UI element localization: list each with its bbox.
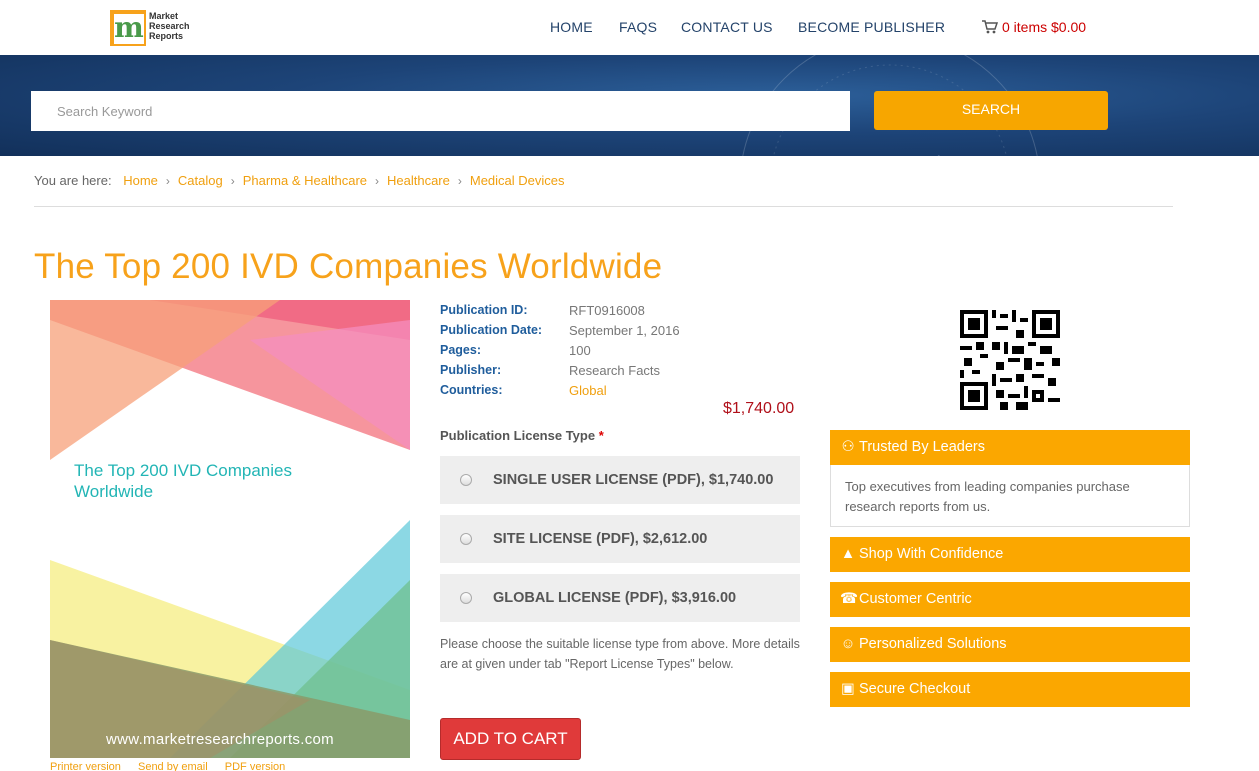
logo-text: Market Research Reports — [149, 11, 199, 41]
users-icon: ⚇ — [841, 439, 855, 455]
chevron-right-icon: › — [165, 174, 170, 188]
trusted-by-leaders-body: Top executives from leading companies pu… — [830, 465, 1190, 527]
side-item-label: Secure Checkout — [859, 681, 971, 697]
license-option-single-user[interactable]: SINGLE USER LICENSE (PDF), $1,740.00 — [440, 456, 800, 504]
shop-with-confidence-header[interactable]: ▲ Shop With Confidence — [830, 537, 1190, 572]
nav-home[interactable]: HOME — [550, 19, 593, 35]
chevron-right-icon: › — [230, 174, 235, 188]
page-title: The Top 200 IVD Companies Worldwide — [34, 247, 663, 286]
report-cover-image: The Top 200 IVD Companies Worldwide www.… — [50, 300, 410, 758]
secure-checkout-header[interactable]: ▣ Secure Checkout — [830, 672, 1190, 707]
header: m Market Research Reports HOME FAQS CONT… — [0, 0, 1259, 55]
send-by-email-link[interactable]: Send by email — [138, 761, 208, 771]
license-option-label: SINGLE USER LICENSE (PDF), $1,740.00 — [493, 472, 774, 488]
cover-url: www.marketresearchreports.com — [106, 731, 334, 748]
radio-button[interactable] — [460, 533, 472, 545]
price: $1,740.00 — [723, 400, 795, 417]
radio-button[interactable] — [460, 592, 472, 604]
pages-value: 100 — [569, 343, 591, 358]
chevron-right-icon: › — [375, 174, 379, 188]
logo-line-3: Reports — [149, 31, 184, 41]
breadcrumb-prefix: You are here: — [34, 173, 112, 188]
smile-icon: ☺ — [840, 636, 856, 652]
license-option-site[interactable]: SITE LICENSE (PDF), $2,612.00 — [440, 515, 800, 563]
license-note: Please choose the suitable license type … — [440, 637, 800, 671]
search-button[interactable]: SEARCH — [874, 91, 1108, 130]
radio-button[interactable] — [460, 474, 472, 486]
publication-id-value: RFT0916008 — [569, 303, 645, 318]
document-links: Printer version Send by email PDF versio… — [50, 761, 299, 771]
qr-code-icon — [960, 310, 1060, 410]
breadcrumb-pharma-healthcare[interactable]: Pharma & Healthcare — [243, 173, 367, 188]
detail-label: Publisher: — [440, 363, 502, 377]
side-item-label: Shop With Confidence — [859, 546, 1004, 562]
cart-label: 0 items $0.00 — [1002, 19, 1087, 35]
logo-letter: m — [114, 11, 144, 44]
publisher-value: Research Facts — [569, 363, 661, 378]
license-heading-text: Publication License Type — [440, 428, 596, 443]
nav-faqs[interactable]: FAQS — [619, 19, 657, 35]
countries-value[interactable]: Global — [569, 383, 607, 398]
add-to-cart-button[interactable]: ADD TO CART — [440, 718, 581, 760]
detail-label: Publication ID: — [440, 303, 528, 317]
logo-mark: m — [110, 10, 146, 46]
detail-label: Pages: — [440, 343, 481, 357]
trusted-by-leaders-header[interactable]: ⚇ Trusted By Leaders — [830, 430, 1190, 465]
phone-icon: ☎ — [840, 591, 859, 607]
search-input[interactable] — [31, 91, 850, 131]
thumbs-up-icon: ▲ — [840, 546, 856, 562]
license-option-global[interactable]: GLOBAL LICENSE (PDF), $3,916.00 — [440, 574, 800, 622]
detail-label: Countries: — [440, 383, 503, 397]
nav-contact-us[interactable]: CONTACT US — [681, 19, 773, 35]
shopping-cart-icon — [982, 20, 998, 34]
license-option-label: SITE LICENSE (PDF), $2,612.00 — [493, 531, 708, 547]
personalized-solutions-header[interactable]: ☺ Personalized Solutions — [830, 627, 1190, 662]
shopping-cart-icon: ▣ — [841, 681, 855, 697]
side-item-label: Personalized Solutions — [859, 636, 1007, 652]
license-option-label: GLOBAL LICENSE (PDF), $3,916.00 — [493, 590, 737, 606]
logo-line-1: Market — [149, 11, 179, 21]
breadcrumb-home[interactable]: Home — [123, 173, 158, 188]
nav-become-publisher[interactable]: BECOME PUBLISHER — [798, 19, 945, 35]
printer-version-link[interactable]: Printer version — [50, 761, 121, 771]
cart-summary[interactable]: 0 items $0.00 — [982, 19, 1086, 35]
license-type-heading: Publication License Type * — [440, 428, 604, 443]
cover-title: The Top 200 IVD Companies Worldwide — [74, 461, 292, 501]
customer-centric-header[interactable]: ☎Customer Centric — [830, 582, 1190, 617]
chevron-right-icon: › — [457, 174, 462, 188]
publication-date-value: September 1, 2016 — [569, 323, 680, 338]
breadcrumb-medical-devices[interactable]: Medical Devices — [470, 173, 565, 188]
detail-label: Publication Date: — [440, 323, 543, 337]
side-item-label: Customer Centric — [859, 591, 972, 607]
breadcrumb-catalog[interactable]: Catalog — [178, 173, 223, 188]
search-banner: N SEARCH — [0, 55, 1259, 156]
logo-line-2: Research — [149, 21, 190, 31]
trusted-title: Trusted By Leaders — [859, 439, 985, 455]
required-mark: * — [598, 428, 604, 443]
cover-artwork — [50, 300, 410, 758]
pdf-version-link[interactable]: PDF version — [225, 761, 286, 771]
breadcrumb: You are here: Home › Catalog › Pharma & Heal… — [34, 173, 565, 188]
logo[interactable]: m Market Research Reports — [110, 10, 192, 48]
breadcrumb-healthcare[interactable]: Healthcare — [387, 173, 450, 188]
divider — [34, 206, 1173, 207]
